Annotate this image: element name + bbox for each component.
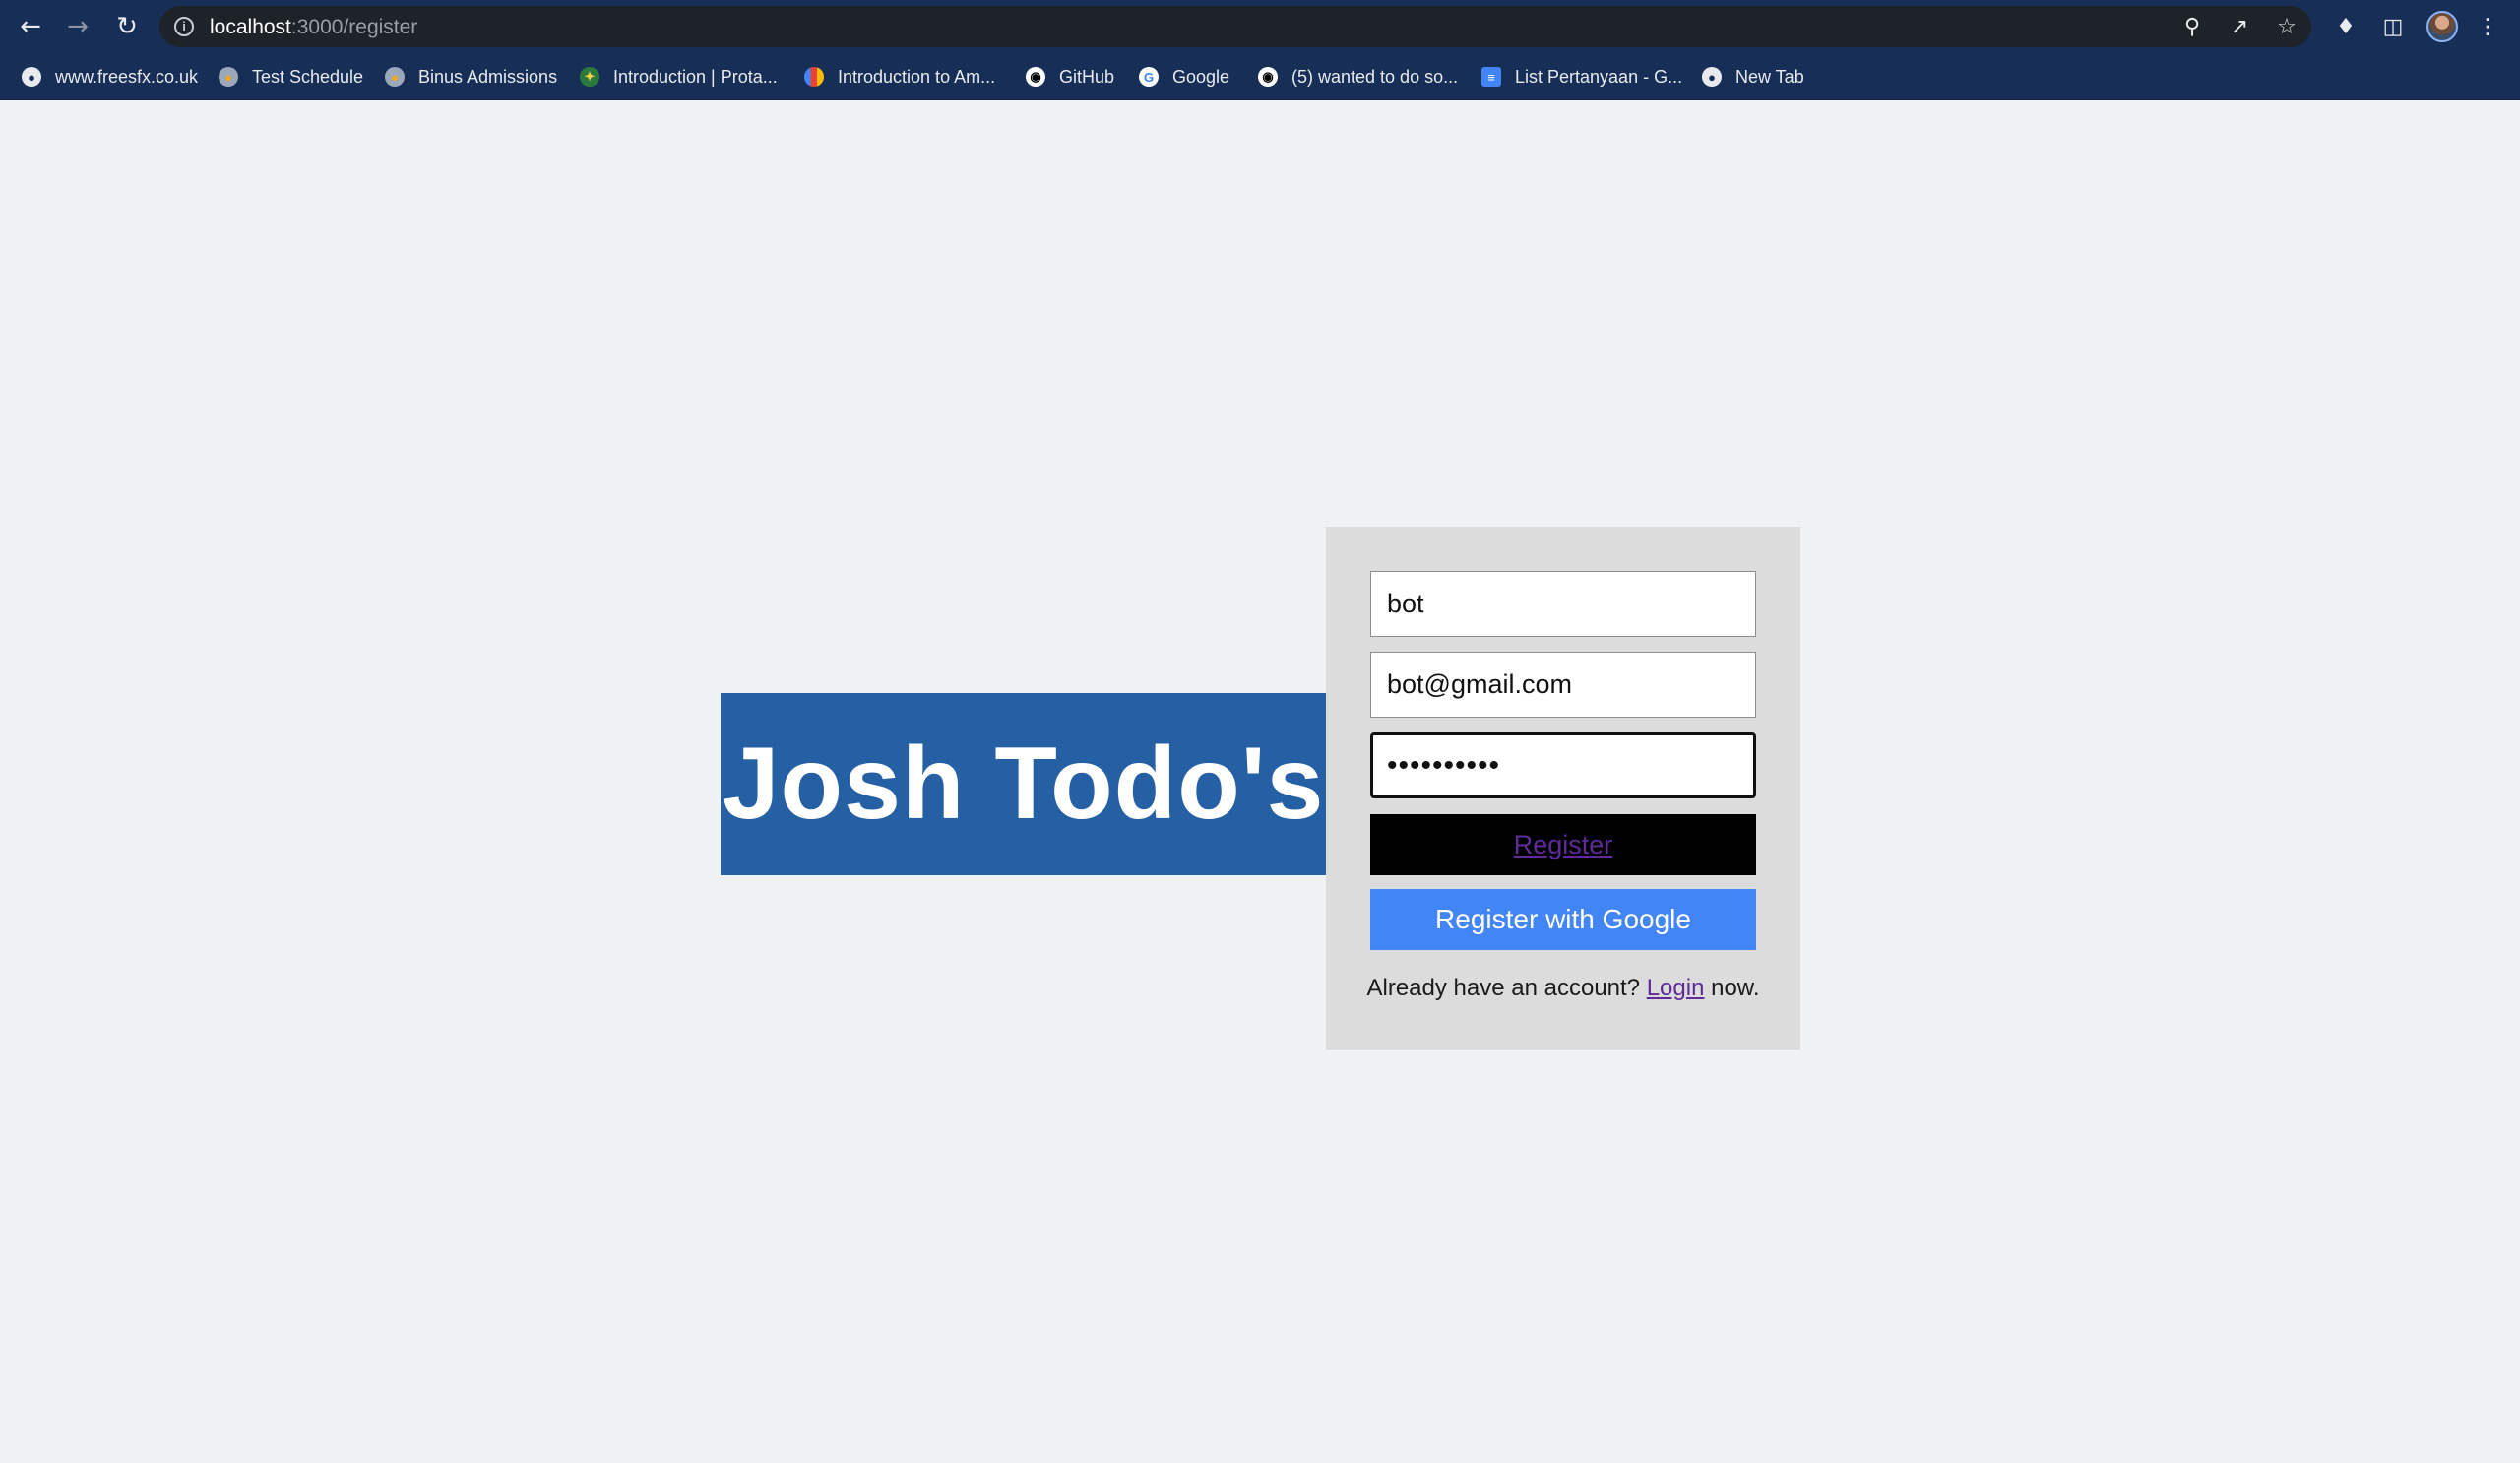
cloud-icon — [804, 67, 824, 87]
bookmark-item[interactable]: Introduction to Am... — [804, 62, 995, 92]
eye-icon: ● — [219, 67, 238, 87]
bookmark-label: Introduction to Am... — [838, 66, 996, 87]
login-prompt-suffix: now. — [1711, 975, 1760, 1001]
bookmark-label: GitHub — [1059, 66, 1115, 87]
register-form: Register Register with Google Already ha… — [1326, 527, 1800, 1050]
reload-icon[interactable]: ↻ — [108, 8, 146, 45]
register-link[interactable]: Register — [1514, 830, 1613, 860]
brand-banner: Josh Todo's — [721, 693, 1326, 875]
kebab-menu-icon[interactable]: ⋮ — [2469, 8, 2506, 45]
bookmark-label: Test Schedule — [252, 66, 364, 87]
eye-icon: ● — [385, 67, 405, 87]
bookmark-label: Google — [1172, 66, 1230, 87]
google-icon: G — [1139, 67, 1159, 87]
star-badge-icon: ✦ — [580, 67, 599, 87]
login-prompt: Already have an account? Login now. — [1326, 975, 1800, 1002]
back-icon[interactable]: ← — [12, 8, 49, 45]
puzzle-icon[interactable]: ♦ — [2327, 8, 2364, 45]
docs-icon: ≡ — [1481, 67, 1501, 87]
key-icon[interactable]: ⚲ — [2176, 11, 2208, 42]
star-icon[interactable]: ☆ — [2271, 11, 2302, 42]
register-button[interactable]: Register — [1370, 814, 1756, 875]
bookmark-item[interactable]: ✦ Introduction | Prota... — [580, 62, 778, 92]
login-link[interactable]: Login — [1647, 975, 1705, 1001]
github-icon: ◉ — [1026, 67, 1045, 87]
url-path: :3000/register — [290, 16, 418, 38]
bookmark-item[interactable]: ● New Tab — [1702, 62, 1804, 92]
bookmarks-bar: ● www.freesfx.co.uk ● Test Schedule ● Binus… — [0, 53, 2520, 100]
bookmark-item[interactable]: ≡ List Pertanyaan - G... — [1481, 62, 1682, 92]
bookmark-item[interactable]: ◉ (5) wanted to do so... — [1258, 62, 1458, 92]
forward-icon[interactable]: → — [59, 8, 96, 45]
url-host: localhost — [210, 16, 291, 38]
bookmark-item[interactable]: ● Binus Admissions — [385, 62, 557, 92]
bookmark-item[interactable]: G Google — [1139, 62, 1229, 92]
bookmark-label: Introduction | Prota... — [613, 66, 778, 87]
name-field[interactable] — [1370, 571, 1756, 637]
password-field[interactable] — [1370, 732, 1756, 798]
browser-toolbar: ← → ↻ i localhost:3000/register ⚲ ↗ ☆ ♦ … — [0, 0, 2520, 53]
address-bar[interactable]: i localhost:3000/register ⚲ ↗ ☆ — [159, 6, 2311, 47]
avatar[interactable] — [2426, 11, 2458, 42]
github-icon: ◉ — [1258, 67, 1278, 87]
brand-title: Josh Todo's — [722, 727, 1325, 841]
globe-icon: ● — [1702, 67, 1722, 87]
bookmark-label: (5) wanted to do so... — [1292, 66, 1459, 87]
share-icon[interactable]: ↗ — [2224, 11, 2255, 42]
login-prompt-prefix: Already have an account? — [1366, 975, 1641, 1001]
bookmark-label: Binus Admissions — [418, 66, 558, 87]
register-with-google-button[interactable]: Register with Google — [1370, 889, 1756, 950]
bookmark-label: www.freesfx.co.uk — [55, 66, 199, 87]
side-panel-icon[interactable]: ◫ — [2374, 8, 2412, 45]
info-icon[interactable]: i — [174, 17, 194, 36]
email-field[interactable] — [1370, 652, 1756, 718]
bookmark-item[interactable]: ● www.freesfx.co.uk — [22, 62, 198, 92]
bookmark-label: New Tab — [1735, 66, 1804, 87]
url-text[interactable]: localhost:3000/register — [210, 16, 417, 39]
bookmark-label: List Pertanyaan - G... — [1515, 66, 1683, 87]
globe-icon: ● — [22, 67, 41, 87]
bookmark-item[interactable]: ● Test Schedule — [219, 62, 363, 92]
bookmark-item[interactable]: ◉ GitHub — [1026, 62, 1114, 92]
